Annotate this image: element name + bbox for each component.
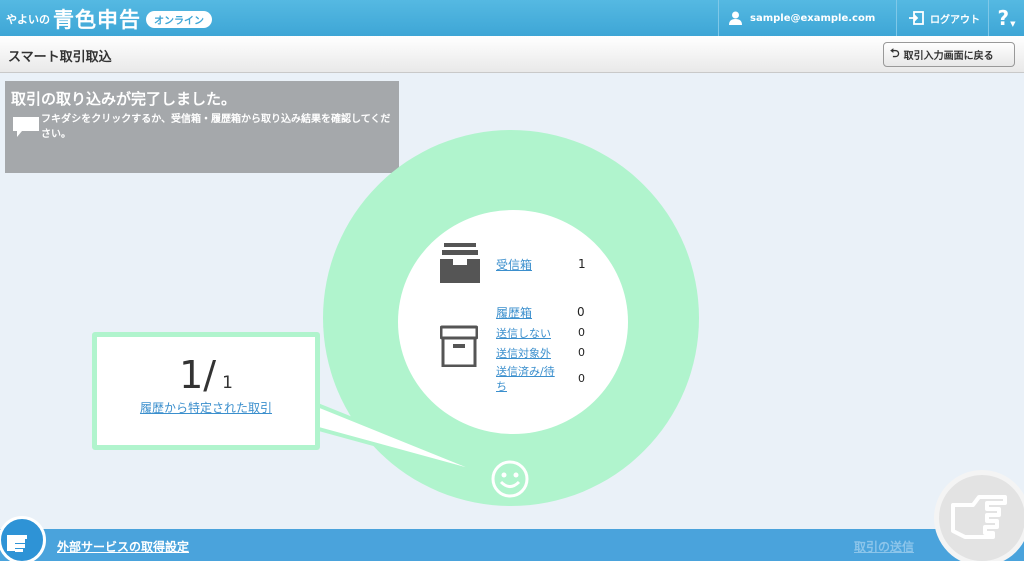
pointing-hand-icon <box>951 495 1007 539</box>
brand-prefix: やよいの <box>6 13 50 26</box>
top-header: やよいの 青色申告 オンライン sample@example.com ログアウト… <box>0 0 1024 36</box>
logout-button[interactable]: ログアウト <box>896 0 988 36</box>
user-account[interactable]: sample@example.com <box>718 0 896 36</box>
brand-badge: オンライン <box>146 10 212 28</box>
completion-message: 取引の取り込みが完了しました。 フキダシをクリックするか、受信箱・履歴箱から取り… <box>5 81 399 173</box>
caret-down-icon: ▼ <box>1010 20 1016 28</box>
speech-bubble-icon <box>13 117 39 137</box>
logout-label: ログアウト <box>930 14 980 26</box>
inbox-count: 1 <box>578 257 586 271</box>
user-email: sample@example.com <box>750 12 876 24</box>
brand-name: 青色申告 <box>53 8 141 32</box>
inbox-icon <box>440 243 480 283</box>
external-service-settings-link[interactable]: 外部サービスの取得設定 <box>57 538 189 555</box>
send-transactions-link: 取引の送信 <box>854 540 915 554</box>
user-icon <box>729 11 742 25</box>
identified-transactions-bubble[interactable]: 1/1 履歴から特定された取引 <box>92 332 320 450</box>
help-icon: ? <box>997 6 1010 30</box>
excluded-count: 0 <box>578 346 585 359</box>
identified-transactions-link[interactable]: 履歴から特定された取引 <box>97 399 315 416</box>
count-separator: / <box>203 353 217 397</box>
pointing-hand-button[interactable] <box>0 516 46 561</box>
match-count: 1/1 <box>97 353 315 397</box>
history-link[interactable]: 履歴箱 <box>496 304 532 321</box>
logout-icon <box>909 11 924 25</box>
history-count: 0 <box>577 305 585 319</box>
send-hand-button <box>934 470 1024 561</box>
page-title: スマート取引取込 <box>8 50 112 65</box>
not-sent-link[interactable]: 送信しない <box>496 325 551 341</box>
not-sent-count: 0 <box>578 326 585 339</box>
return-icon: ⮌ <box>890 46 900 60</box>
pointing-hand-icon <box>7 535 27 552</box>
help-button[interactable]: ? ▼ <box>988 0 1024 36</box>
status-center <box>398 210 628 434</box>
inbox-link[interactable]: 受信箱 <box>496 256 532 273</box>
smiley-icon <box>491 460 529 498</box>
excluded-link[interactable]: 送信対象外 <box>496 345 551 361</box>
back-button-label: 取引入力画面に戻る <box>903 51 994 62</box>
sub-header: スマート取引取込 ⮌ 取引入力画面に戻る <box>0 36 1024 73</box>
message-title: 取引の取り込みが完了しました。 <box>11 90 237 108</box>
archive-box-icon <box>440 325 478 367</box>
back-to-entry-button[interactable]: ⮌ 取引入力画面に戻る <box>883 42 1015 67</box>
sent-waiting-link[interactable]: 送信済み/待ち <box>496 364 560 394</box>
matched-count: 1 <box>179 353 204 397</box>
sent-waiting-count: 0 <box>578 372 585 385</box>
total-count: 1 <box>222 373 233 393</box>
app-logo: やよいの 青色申告 オンライン <box>6 4 212 34</box>
message-body: フキダシをクリックするか、受信箱・履歴箱から取り込み結果を確認してください。 <box>41 114 391 140</box>
bottom-bar: 外部サービスの取得設定 取引の送信 <box>0 529 1024 561</box>
